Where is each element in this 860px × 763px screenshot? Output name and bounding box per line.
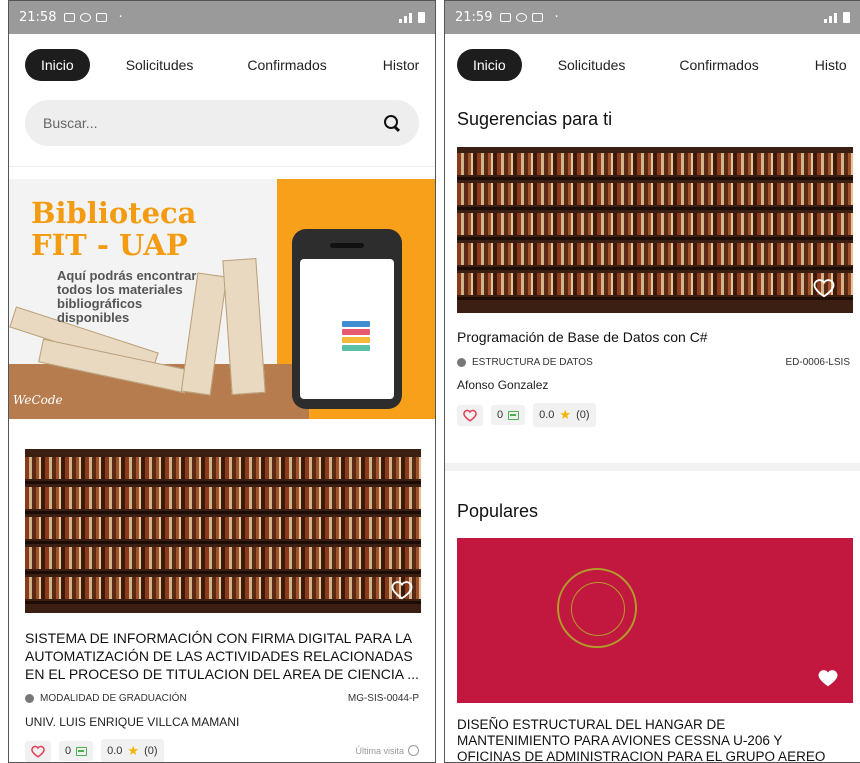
info-icon [25,694,34,703]
card-title[interactable]: SISTEMA DE INFORMACIÓN CON FIRMA DIGITAL… [25,629,425,683]
tab-bar: Inicio Solicitudes Confirmados Histo [445,34,860,96]
notification-icon [532,13,544,22]
gallery-icon [64,13,76,22]
status-time: 21:59 [455,10,493,25]
last-visit: Última visita [355,745,419,756]
popular-title[interactable]: DISEÑO ESTRUCTURAL DEL HANGAR DE MANTENI… [457,717,857,762]
search-placeholder: Buscar... [43,115,98,131]
signal-icon [824,12,850,23]
tab-solicitudes[interactable]: Solicitudes [542,49,642,81]
suggestion-title[interactable]: Programación de Base de Datos con C# [457,328,853,346]
rating-value: 0.0 [539,409,555,421]
suggestion-cover-image[interactable] [457,147,853,313]
phone-screen-right: 21:59 · Inicio Solicitudes Confirmados H… [444,0,860,763]
star-icon[interactable]: ★ [127,743,139,759]
suggestions-heading: Sugerencias para ti [457,109,613,129]
status-dot: · [118,10,123,25]
banner-subtitle: Aquí podrás encontrar todos los material… [57,268,197,325]
rating-count: (0) [576,409,590,421]
gallery-icon [500,13,512,22]
tab-confirmados[interactable]: Confirmados [231,49,342,81]
suggestion-author: Afonso Gonzalez [457,378,549,392]
divider [9,166,435,167]
status-time: 21:58 [19,10,57,25]
battery-icon [843,12,850,23]
heart-icon[interactable] [463,409,477,422]
card-actions: 0 0.0 ★ (0) [25,739,164,762]
heart-icon[interactable] [31,745,45,758]
suggestion-category: ESTRUCTURA DE DATOS [457,357,593,368]
status-dot: · [554,10,559,25]
section-divider [445,463,860,471]
heart-icon[interactable] [813,277,835,299]
status-bar: 21:59 · [445,1,860,34]
heart-icon[interactable] [391,579,413,601]
screenshot-pair: 21:58 · Inicio Solicitudes Confirmados H… [0,0,860,763]
popular-heading: Populares [457,501,539,521]
wecode-logo: WeCode [13,393,63,407]
tab-bar: Inicio Solicitudes Confirmados Histor [9,34,435,96]
info-icon [457,358,466,367]
rating-value: 0.0 [107,745,123,757]
card-cover-image[interactable] [25,449,421,613]
battery-icon [418,12,425,23]
tab-confirmados[interactable]: Confirmados [663,49,774,81]
tab-historial[interactable]: Histor [367,49,435,81]
suggestion-actions: 0 0.0 ★ (0) [457,403,596,427]
search-input[interactable]: Buscar... [25,100,419,146]
whatsapp-icon [80,13,92,22]
suggestion-code: ED-0006-LSIS [785,357,850,368]
tab-inicio[interactable]: Inicio [25,49,90,81]
seal-emblem [557,568,637,648]
notification-icon [96,13,108,22]
comment-count: 0 [65,745,72,757]
status-bar: 21:58 · [9,1,435,34]
heart-icon[interactable] [817,667,839,689]
star-icon[interactable]: ★ [559,407,571,423]
tab-inicio[interactable]: Inicio [457,49,522,81]
library-banner: Biblioteca FIT - UAP Aquí podrás encontr… [9,179,435,419]
phone-illustration [292,229,402,409]
comment-count: 0 [497,409,504,421]
card-author: UNIV. LUIS ENRIQUE VILLCA MAMANI [25,715,240,729]
tab-historial[interactable]: Histo [799,49,860,81]
whatsapp-icon [516,13,528,22]
comment-icon[interactable] [76,746,88,756]
comment-icon[interactable] [508,410,520,420]
books-icon [342,319,370,351]
clock-icon [408,745,419,756]
tab-solicitudes[interactable]: Solicitudes [110,49,210,81]
card-code: MG-SIS-0044-P [347,693,419,704]
card-category: MODALIDAD DE GRADUACIÓN [25,693,187,704]
signal-icon [399,12,425,23]
banner-title: Biblioteca FIT - UAP [31,196,197,262]
phone-screen-left: 21:58 · Inicio Solicitudes Confirmados H… [8,0,436,763]
popular-cover-image[interactable] [457,538,853,703]
rating-count: (0) [144,745,158,757]
search-icon[interactable] [383,114,401,132]
